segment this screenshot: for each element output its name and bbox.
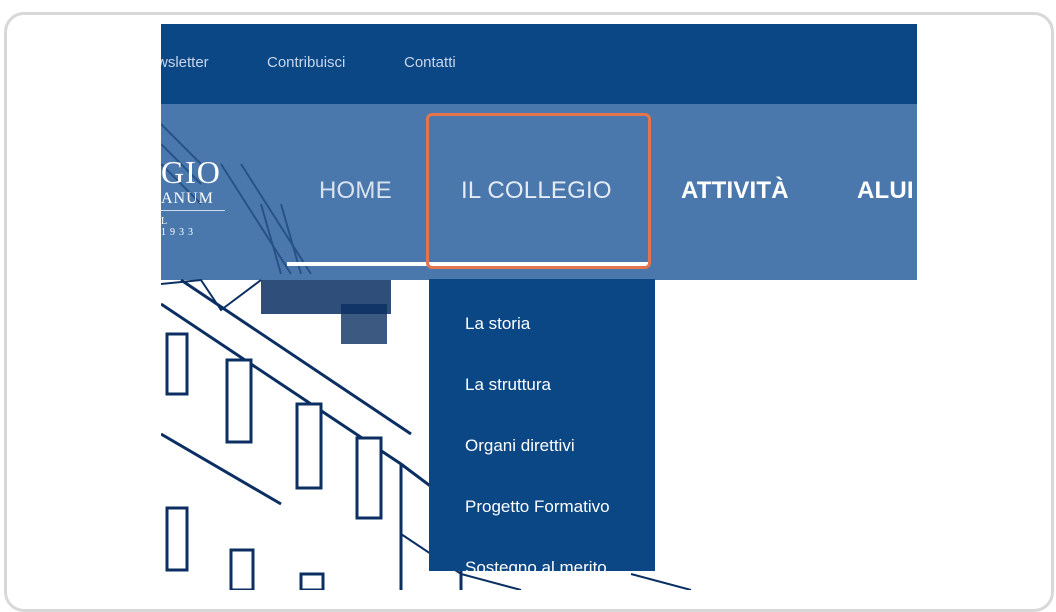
dropdown-item-la-storia[interactable]: La storia <box>465 314 530 334</box>
il-collegio-dropdown-menu: La storia La struttura Organi direttivi … <box>429 279 655 577</box>
logo-line-3: L 1933 <box>161 216 197 238</box>
logo-line-1: GIO <box>161 154 221 190</box>
dropdown-item-progetto-formativo[interactable]: Progetto Formativo <box>465 497 610 517</box>
nav-item-alumni[interactable]: ALUI <box>857 177 914 205</box>
top-bar: wsletter Contribuisci Contatti <box>161 24 917 104</box>
dropdown-item-la-struttura[interactable]: La struttura <box>465 375 551 395</box>
website-viewport: wsletter Contribuisci Contatti GIO ANUM … <box>161 24 917 590</box>
topbar-link-newsletter[interactable]: wsletter <box>161 54 209 71</box>
dropdown-item-organi-direttivi[interactable]: Organi direttivi <box>465 436 575 456</box>
topbar-link-contatti[interactable]: Contatti <box>404 54 456 71</box>
logo-line-2: ANUM <box>161 190 214 207</box>
topbar-link-contribuisci[interactable]: Contribuisci <box>267 54 345 71</box>
highlight-annotation-box <box>426 113 651 269</box>
logo-divider <box>161 210 225 211</box>
nav-item-attivita[interactable]: ATTIVITÀ <box>681 177 789 205</box>
dropdown-item-sostegno-al-merito[interactable]: Sostegno al merito <box>465 558 607 578</box>
nav-item-home[interactable]: HOME <box>319 177 392 205</box>
